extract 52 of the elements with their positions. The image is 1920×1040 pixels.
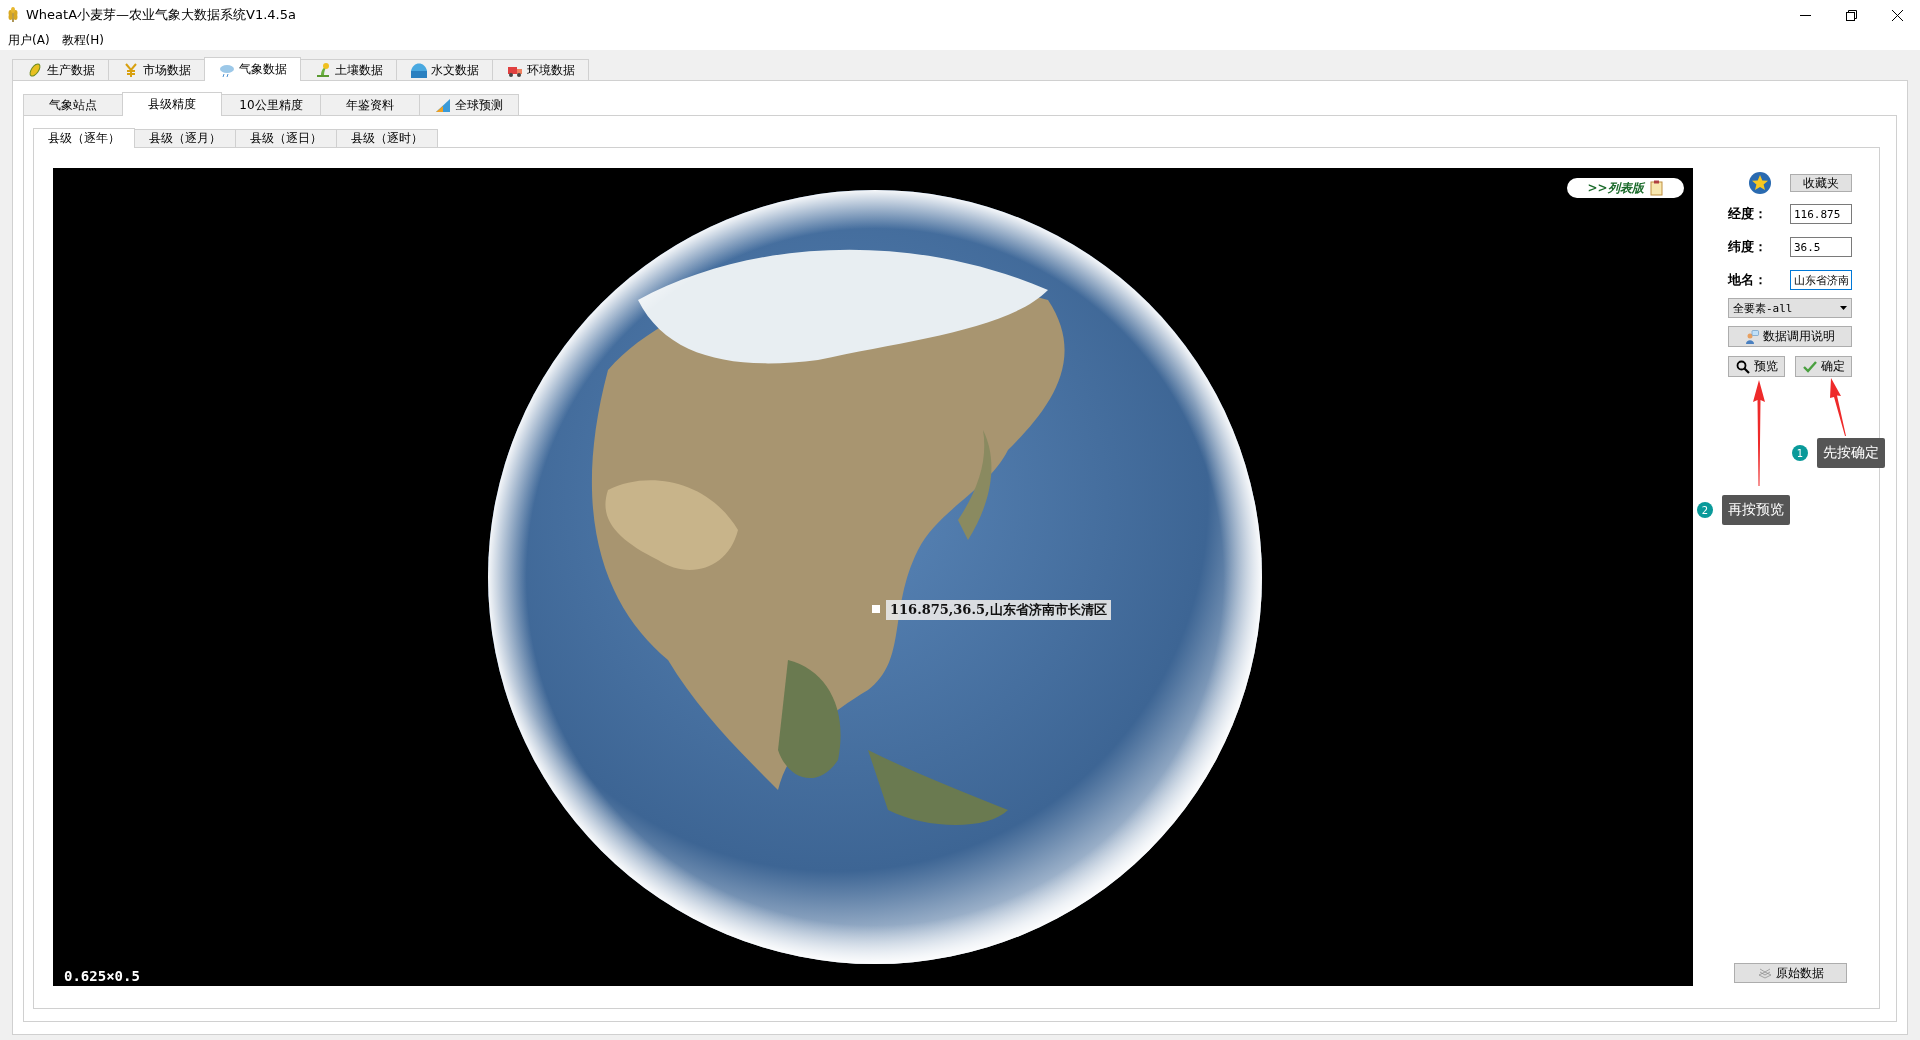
confirm-button[interactable]: 确定 xyxy=(1795,356,1852,377)
globe-map-view[interactable]: >>列表版 116.875,36.5,山东省济南市长清区 0.625×0.5 xyxy=(53,168,1693,986)
window-title: WheatA小麦芽—农业气象大数据系统V1.4.5a xyxy=(26,6,297,24)
field-label: 地名： xyxy=(1728,271,1768,289)
input-field[interactable]: 山东省济南 xyxy=(1790,270,1852,290)
menu-item[interactable]: 用户(A) xyxy=(2,31,56,49)
tab[interactable]: 10公里精度 xyxy=(221,94,321,115)
step-number: 2 xyxy=(1697,502,1713,518)
pointer-arrow xyxy=(1827,378,1849,436)
element-dropdown[interactable]: 全要素-all xyxy=(1728,298,1852,318)
field-label: 纬度： xyxy=(1728,238,1768,256)
raw-data-button[interactable]: 原始数据 xyxy=(1734,963,1847,983)
tab[interactable]: 年鉴资料 xyxy=(320,94,420,115)
favorites-button[interactable]: 收藏夹 xyxy=(1790,174,1852,192)
tab[interactable]: 水文数据 xyxy=(396,59,493,80)
field-label: 经度： xyxy=(1728,205,1768,223)
tab[interactable]: 县级（逐年） xyxy=(33,128,135,148)
step-number: 1 xyxy=(1792,445,1808,461)
sprout-icon xyxy=(314,62,331,78)
tab[interactable]: 环境数据 xyxy=(492,59,589,80)
tab[interactable]: 气象站点 xyxy=(23,94,123,115)
tab[interactable]: 市场数据 xyxy=(108,59,205,80)
tab[interactable]: 气象数据 xyxy=(204,57,301,81)
tab[interactable]: 全球预测 xyxy=(419,94,519,115)
close-icon xyxy=(1891,9,1903,21)
search-icon xyxy=(1735,359,1750,374)
grid-scale-text: 0.625×0.5 xyxy=(64,968,140,984)
location-label: 116.875,36.5,山东省济南市长清区 xyxy=(886,600,1111,620)
wheat-icon xyxy=(6,7,20,23)
tab[interactable]: 县级（逐日） xyxy=(235,129,337,147)
list-view-button[interactable]: >>列表版 xyxy=(1567,178,1684,198)
tab[interactable]: 县级精度 xyxy=(122,92,222,116)
menu-item[interactable]: 教程(H) xyxy=(55,31,110,49)
yen-icon xyxy=(122,62,139,78)
help-button[interactable]: 数据调用说明 xyxy=(1728,326,1852,347)
water-icon xyxy=(410,62,427,78)
caret-icon xyxy=(1840,306,1847,310)
input-field[interactable]: 116.875 xyxy=(1790,204,1852,224)
tab[interactable]: 生产数据 xyxy=(12,59,109,80)
clipboard-icon xyxy=(1649,180,1664,196)
location-marker xyxy=(872,605,880,613)
preview-button[interactable]: 预览 xyxy=(1728,356,1785,377)
restore-icon xyxy=(1845,9,1857,21)
input-field[interactable]: 36.5 xyxy=(1790,237,1852,257)
user-chat-icon xyxy=(1745,329,1759,344)
checkmark-icon xyxy=(1802,359,1817,374)
callout-label: 再按预览 xyxy=(1722,495,1790,525)
tab[interactable]: 县级（逐月） xyxy=(134,129,236,147)
bar-chart-icon xyxy=(435,97,451,113)
tab[interactable]: 县级（逐时） xyxy=(336,129,438,147)
tab[interactable]: 土壤数据 xyxy=(300,59,397,80)
callout-label: 先按确定 xyxy=(1817,438,1885,468)
